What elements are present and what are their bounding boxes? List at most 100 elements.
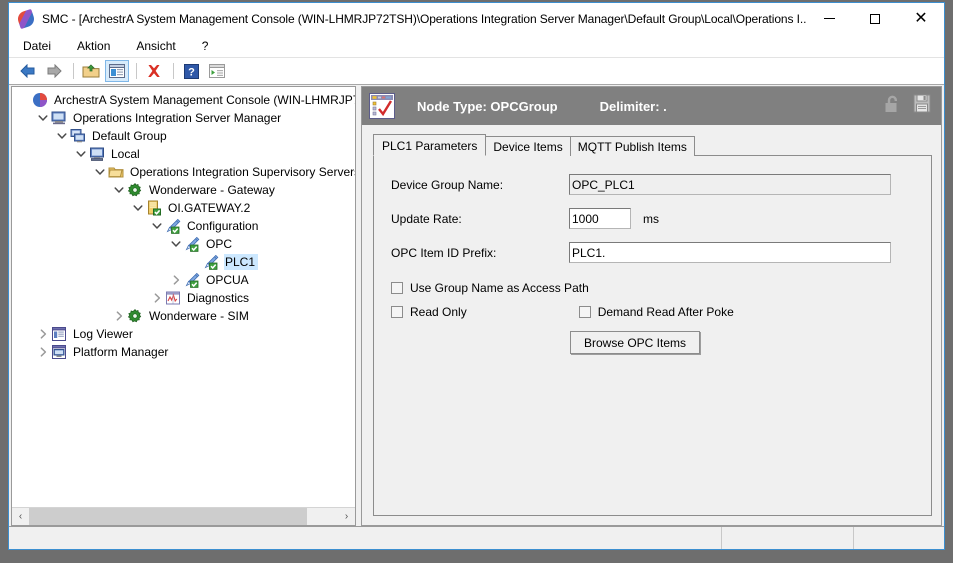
maximize-button[interactable] <box>852 3 898 34</box>
browse-opc-items-button[interactable]: Browse OPC Items <box>570 331 700 354</box>
help-button[interactable]: ? <box>179 60 203 82</box>
tree-item-opc[interactable]: OPC <box>12 235 355 253</box>
read-only-row: Read Only Demand Read After Poke <box>374 305 931 319</box>
minimize-button[interactable] <box>806 3 852 34</box>
server-node-icon <box>146 200 162 216</box>
toolbar-separator-2 <box>136 63 137 79</box>
chevron-right-icon[interactable] <box>111 308 127 324</box>
screen: SMC - [ArchestrA System Management Conso… <box>0 0 953 563</box>
diagnostics-icon <box>165 290 181 306</box>
chevron-spacer <box>187 254 203 270</box>
tree-item-label: Wonderware - Gateway <box>148 182 278 198</box>
chevron-down-icon[interactable] <box>92 164 108 180</box>
tree-item-label: ArchestrA System Management Console (WIN… <box>53 92 355 108</box>
status-message <box>9 527 722 549</box>
tab-mqtt-publish-items[interactable]: MQTT Publish Items <box>570 136 695 156</box>
archestra-logo-icon <box>32 92 48 108</box>
tree-horizontal-scrollbar[interactable]: ‹ › <box>12 507 355 525</box>
tree-item-local[interactable]: Local <box>12 145 355 163</box>
tree-item-log-viewer[interactable]: Log Viewer <box>12 325 355 343</box>
chevron-down-icon[interactable] <box>168 236 184 252</box>
gear-icon <box>127 308 143 324</box>
tree-item-configuration[interactable]: Configuration <box>12 217 355 235</box>
tree-item-operations-integration-server-manager[interactable]: Operations Integration Server Manager <box>12 109 355 127</box>
tabstrip[interactable]: PLC1 ParametersDevice Items MQTT Publish … <box>373 134 932 156</box>
tree-item-platform-manager[interactable]: Platform Manager <box>12 343 355 361</box>
tree-item-archestra-system-management-console-win-lhmrjp72t[interactable]: ArchestrA System Management Console (WIN… <box>12 91 355 109</box>
smc-main-window: SMC - [ArchestrA System Management Conso… <box>8 2 945 550</box>
scroll-left-arrow-icon[interactable]: ‹ <box>12 508 29 525</box>
tree-item-label: Diagnostics <box>186 290 252 306</box>
panel-header: Node Type: OPCGroup Delimiter: . <box>362 87 941 125</box>
panel-actions <box>884 94 931 119</box>
tree-item-oi-gateway-2[interactable]: OI.GATEWAY.2 <box>12 199 355 217</box>
tree-item-label: Log Viewer <box>72 326 136 342</box>
opc-item-id-prefix-input[interactable] <box>569 242 891 263</box>
unlocked-padlock-icon[interactable] <box>884 94 901 119</box>
tree-item-opcua[interactable]: OPCUA <box>12 271 355 289</box>
scroll-track[interactable] <box>29 508 338 525</box>
tree-item-wonderware-gateway[interactable]: Wonderware - Gateway <box>12 181 355 199</box>
tree-item-wonderware-sim[interactable]: Wonderware - SIM <box>12 307 355 325</box>
use-group-name-row: Use Group Name as Access Path <box>374 281 931 295</box>
tab-device-items[interactable]: Device Items <box>485 136 570 156</box>
tree-pane: ArchestrA System Management Console (WIN… <box>11 86 356 526</box>
chevron-down-icon[interactable] <box>35 110 51 126</box>
chevron-right-icon[interactable] <box>168 272 184 288</box>
show-tree-button[interactable] <box>105 60 129 82</box>
status-bar <box>9 526 944 549</box>
tree-item-label: OPCUA <box>205 272 252 288</box>
chevron-down-icon[interactable] <box>130 200 146 216</box>
device-group-name-label: Device Group Name: <box>391 178 569 192</box>
forward-button[interactable] <box>42 60 66 82</box>
status-cell-3 <box>854 527 944 549</box>
chevron-down-icon[interactable] <box>54 128 70 144</box>
config-pen-icon <box>184 236 200 252</box>
update-rate-input[interactable] <box>569 208 631 229</box>
tree-item-label: Configuration <box>186 218 261 234</box>
menu-item-ansicht[interactable]: Ansicht <box>134 38 177 54</box>
properties-button[interactable] <box>205 60 229 82</box>
close-button[interactable]: ✕ <box>898 3 944 34</box>
back-button[interactable] <box>16 60 40 82</box>
delete-button[interactable] <box>142 60 166 82</box>
chevron-down-icon[interactable] <box>73 146 89 162</box>
svg-text:?: ? <box>188 66 195 78</box>
tree-item-label: Wonderware - SIM <box>148 308 252 324</box>
demand-read-after-poke-label: Demand Read After Poke <box>598 305 734 319</box>
chevron-right-icon[interactable] <box>35 344 51 360</box>
tree-item-plc1[interactable]: PLC1 <box>12 253 355 271</box>
title-bar: SMC - [ArchestrA System Management Conso… <box>9 3 944 34</box>
save-floppy-icon[interactable] <box>913 94 931 118</box>
use-group-name-as-access-path-checkbox[interactable] <box>391 282 403 294</box>
read-only-label: Read Only <box>410 305 467 319</box>
device-group-name-input[interactable] <box>569 174 891 195</box>
up-folder-button[interactable] <box>79 60 103 82</box>
scroll-thumb[interactable] <box>29 508 307 525</box>
menu-item-aktion[interactable]: Aktion <box>75 38 112 54</box>
menu-item-help[interactable]: ? <box>200 38 211 54</box>
window-controls: ✕ <box>806 3 944 34</box>
chevron-right-icon[interactable] <box>149 290 165 306</box>
demand-read-after-poke-checkbox[interactable] <box>579 306 591 318</box>
tree-item-diagnostics[interactable]: Diagnostics <box>12 289 355 307</box>
console-tree[interactable]: ArchestrA System Management Console (WIN… <box>12 87 355 507</box>
browse-button-row: Browse OPC Items <box>374 331 931 354</box>
main-body: ArchestrA System Management Console (WIN… <box>9 85 944 526</box>
node-type-label: Node Type: OPCGroup <box>417 99 558 114</box>
tab-plc1-parameters[interactable]: PLC1 Parameters <box>373 134 486 156</box>
tree-item-operations-integration-supervisory-servers[interactable]: Operations Integration Supervisory Serve… <box>12 163 355 181</box>
plc1-parameters-panel: Device Group Name: Update Rate: ms OPC I… <box>373 155 932 516</box>
chevron-right-icon[interactable] <box>35 326 51 342</box>
chevron-down-icon[interactable] <box>111 182 127 198</box>
chevron-down-icon[interactable] <box>149 218 165 234</box>
read-only-checkbox[interactable] <box>391 306 403 318</box>
update-rate-label: Update Rate: <box>391 212 569 226</box>
tree-item-default-group[interactable]: Default Group <box>12 127 355 145</box>
menu-item-datei[interactable]: Datei <box>21 38 53 54</box>
tree-item-label: PLC1 <box>224 254 258 270</box>
window-title: SMC - [ArchestrA System Management Conso… <box>42 12 806 26</box>
platform-manager-icon <box>51 344 67 360</box>
scroll-right-arrow-icon[interactable]: › <box>338 508 355 525</box>
tab-label: MQTT Publish Items <box>578 140 687 154</box>
